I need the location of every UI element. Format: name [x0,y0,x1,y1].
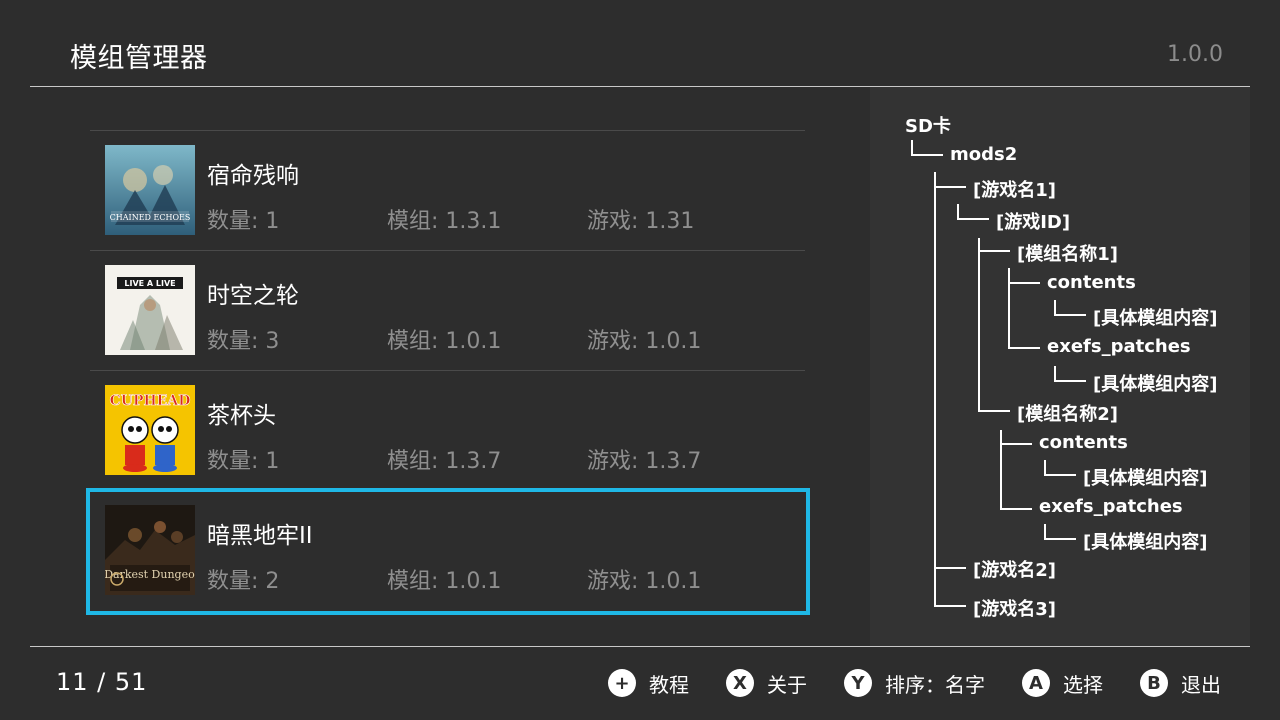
tree-node-game1: [游戏名1] [973,180,1056,201]
game-cover-image: CUPHEAD [105,385,195,475]
hint-about[interactable]: X 关于 [726,668,807,698]
tree-line [1000,443,1032,445]
tree-node-detail: [具体模组内容] [1083,532,1208,553]
tree-line [911,140,913,155]
tree-node-game3: [游戏名3] [973,599,1056,620]
tree-node-gameid: [游戏ID] [996,212,1071,233]
game-row[interactable]: LIVE A LIVE 时空之轮 数量: 3 模组: 1.0.1 游戏: 1.0… [90,250,805,370]
game-cover-image: LIVE A LIVE [105,265,195,355]
tree-node-detail: [具体模组内容] [1093,374,1218,395]
tree-node-game2: [游戏名2] [973,560,1056,581]
a-button-icon: A [1022,669,1050,697]
tree-line [978,238,980,411]
game-name: 时空之轮 [207,283,299,309]
hint-tutorial[interactable]: + 教程 [608,668,689,698]
hint-label: 教程 [649,672,689,697]
game-version: 游戏: 1.3.7 [587,449,702,474]
hint-label: 退出 [1181,672,1221,697]
mod-count: 数量: 3 [207,329,280,354]
tree-line [1044,538,1076,540]
tree-line [1054,300,1056,315]
svg-text:CHAINED ECHOES: CHAINED ECHOES [110,213,191,222]
tree-node-mods: mods2 [950,144,1018,165]
footer-divider [30,646,1250,647]
tree-line [1000,508,1032,510]
game-row[interactable]: CHAINED ECHOES 宿命残响 数量: 1 模组: 1.3.1 游戏: … [90,130,805,250]
folder-structure-panel [870,87,1250,646]
tree-line [934,186,966,188]
game-cover-image: CHAINED ECHOES [105,145,195,235]
tree-node-mod1: [模组名称1] [1017,244,1118,265]
tree-line [934,567,966,569]
y-button-icon: Y [844,669,872,697]
game-name: 茶杯头 [207,403,276,429]
hint-exit[interactable]: B 退出 [1140,668,1221,698]
tree-line [1008,347,1040,349]
tree-line [1044,524,1046,539]
mod-count: 数量: 1 [207,449,280,474]
tree-line [1044,460,1046,475]
tree-line [1000,430,1002,509]
tree-line [957,218,989,220]
hint-label: 关于 [767,672,807,697]
tree-line [1008,268,1010,348]
plus-button-icon: + [608,669,636,697]
tree-line [1008,282,1040,284]
tree-line [911,154,943,156]
hint-label: 排序：名字 [885,672,985,697]
page-title: 模组管理器 [70,43,208,74]
game-row[interactable]: CUPHEAD 茶杯头 数量: 1 模组: 1.3.7 游戏: 1.3.7 [90,370,805,490]
tree-node-exefs: exefs_patches [1047,336,1191,357]
x-button-icon: X [726,669,754,697]
tree-line [957,204,959,219]
tree-node-exefs: exefs_patches [1039,496,1183,517]
tree-line [934,172,936,605]
game-name: 宿命残响 [207,163,299,189]
app-version: 1.0.0 [1167,42,1223,67]
tree-line [978,410,1010,412]
tree-node-detail: [具体模组内容] [1093,308,1218,329]
svg-text:CUPHEAD: CUPHEAD [110,393,191,409]
svg-text:LIVE A LIVE: LIVE A LIVE [124,279,175,288]
game-version: 游戏: 1.0.1 [587,329,702,354]
mod-version: 模组: 1.3.1 [387,209,502,234]
tree-line [1054,314,1086,316]
tree-line [1044,474,1076,476]
tree-node-mod2: [模组名称2] [1017,404,1118,425]
hint-sort[interactable]: Y 排序：名字 [844,668,985,698]
tree-line [1054,380,1086,382]
game-version: 游戏: 1.31 [587,209,695,234]
mod-version: 模组: 1.3.7 [387,449,502,474]
b-button-icon: B [1140,669,1168,697]
page-counter: 11 / 51 [56,668,148,696]
tree-node-root: SD卡 [905,116,951,137]
tree-node-detail: [具体模组内容] [1083,468,1208,489]
mod-version: 模组: 1.0.1 [387,329,502,354]
hint-select[interactable]: A 选择 [1022,668,1103,698]
hint-label: 选择 [1063,672,1103,697]
mod-count: 数量: 1 [207,209,280,234]
tree-line [978,250,1010,252]
tree-line [934,605,966,607]
tree-node-contents: contents [1047,272,1136,293]
selection-highlight [86,488,810,615]
tree-node-contents: contents [1039,432,1128,453]
tree-line [1054,366,1056,381]
